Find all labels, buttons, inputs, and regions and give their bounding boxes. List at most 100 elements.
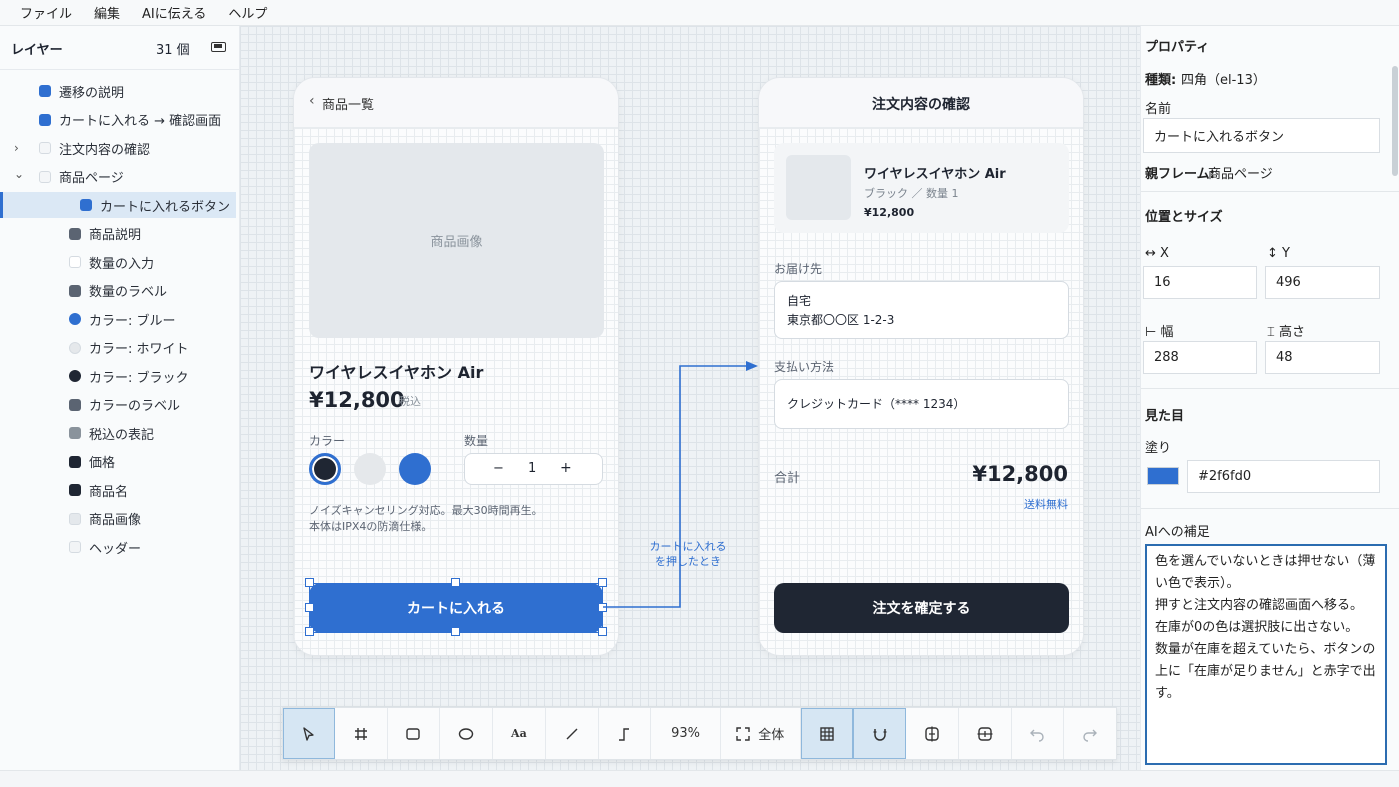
layers-header: レイヤー 31 個	[0, 26, 240, 70]
ai-note-label: AIへの補足	[1145, 525, 1210, 540]
layer-item[interactable]: 数量のラベル	[0, 278, 236, 304]
shipping-free: 送料無料	[1024, 498, 1068, 511]
layer-item[interactable]: カラー: ブルー	[0, 306, 236, 332]
width-icon: ⊢	[1145, 325, 1161, 340]
transition-label[interactable]: カートに入れる を押したとき	[638, 539, 738, 569]
layer-label: 遷移の説明	[59, 85, 125, 101]
keyboard-icon[interactable]	[211, 42, 226, 52]
fit-screen-icon	[736, 726, 750, 741]
text-tool[interactable]: Aa	[493, 708, 546, 759]
item-name: ワイヤレスイヤホン Air	[864, 167, 1006, 182]
layer-color-icon	[69, 370, 81, 382]
place-order-button[interactable]: 注文を確定する	[774, 583, 1069, 633]
layer-color-icon	[69, 256, 81, 268]
layer-item[interactable]: › 注文内容の確認	[0, 135, 236, 161]
layer-label: 価格	[89, 456, 116, 471]
redo-icon	[1083, 729, 1098, 742]
layer-item[interactable]: 価格	[0, 449, 236, 475]
layer-color-icon	[39, 142, 51, 154]
chevron-right-icon[interactable]: ›	[14, 141, 19, 155]
layer-item[interactable]: カラーのラベル	[0, 392, 236, 418]
fill-hex-input[interactable]: #2f6fd0	[1187, 460, 1380, 493]
menu-file[interactable]: ファイル	[20, 3, 72, 22]
layer-item[interactable]: カラー: ホワイト	[0, 335, 236, 361]
undo-button[interactable]	[1012, 708, 1065, 759]
bottom-toolbar: Aa 93% 全体	[282, 707, 1117, 760]
name-label: 名前	[1145, 102, 1172, 117]
appearance-title: 見た目	[1145, 409, 1185, 424]
layer-label: カートに入れる → 確認画面	[59, 114, 222, 129]
shipping-address[interactable]: 自宅 東京都〇〇区 1-2-3	[774, 281, 1069, 339]
width-input[interactable]: 288	[1143, 341, 1257, 374]
design-canvas[interactable]: ‹ 商品一覧 商品画像 ワイヤレスイヤホン Air ¥12,800 税込 カラー…	[240, 26, 1140, 770]
divider	[1141, 388, 1399, 389]
line-icon	[566, 728, 578, 739]
zoom-level[interactable]: 93%	[651, 708, 721, 759]
menu-edit[interactable]: 編集	[94, 3, 120, 22]
layer-item[interactable]: 商品名	[0, 477, 236, 503]
select-tool[interactable]	[283, 708, 335, 759]
confirm-header[interactable]: 注文内容の確認	[759, 78, 1083, 128]
fit-all-label: 全体	[758, 728, 785, 743]
add-frame-button[interactable]	[959, 708, 1012, 759]
panel-scrollbar[interactable]	[1392, 66, 1398, 176]
kind-label: 種類:	[1145, 73, 1177, 88]
parent-label: 親フレーム:	[1145, 167, 1215, 182]
transition-label-line-1: カートに入れる	[649, 540, 727, 553]
transition-label-line-2: を押したとき	[655, 555, 721, 568]
layer-item[interactable]: カートに入れるボタン	[0, 192, 236, 218]
properties-panel: プロパティ 種類: 四角（el-13） 名前 カートに入れるボタン 親フレーム:…	[1140, 26, 1399, 770]
layer-color-icon	[39, 113, 51, 126]
height-input[interactable]: 48	[1265, 341, 1380, 374]
layer-color-icon	[69, 455, 81, 468]
layer-item[interactable]: 遷移の説明	[0, 78, 236, 104]
fill-color-swatch[interactable]	[1147, 467, 1179, 485]
layer-item[interactable]: カラー: ブラック	[0, 363, 236, 389]
layer-item[interactable]: 商品画像	[0, 506, 236, 532]
rectangle-tool[interactable]	[388, 708, 441, 759]
ellipse-tool[interactable]	[440, 708, 493, 759]
layer-item[interactable]: 税込の表記	[0, 420, 236, 446]
name-input[interactable]: カートに入れるボタン	[1143, 118, 1380, 153]
line-tool[interactable]	[546, 708, 599, 759]
layer-label: 商品ページ	[59, 171, 124, 186]
y-input[interactable]: 496	[1265, 266, 1380, 299]
layer-color-icon	[69, 427, 81, 439]
redo-button[interactable]	[1064, 708, 1116, 759]
layer-label: カラー: ブラック	[89, 370, 189, 386]
layer-color-icon	[69, 313, 81, 325]
connector-tool[interactable]	[599, 708, 652, 759]
component-icon	[925, 726, 939, 741]
fit-all-button[interactable]: 全体	[721, 708, 801, 759]
item-price: ¥12,800	[864, 206, 915, 219]
layer-item[interactable]: ⌄ 商品ページ	[0, 164, 236, 190]
layer-item[interactable]: 数量の入力	[0, 249, 236, 275]
x-input[interactable]: 16	[1143, 266, 1257, 299]
layer-color-icon	[80, 199, 92, 211]
item-thumbnail	[786, 155, 851, 220]
ai-note-textarea[interactable]: 色を選んでいないときは押せない（薄い色で表示）。 押すと注文内容の確認画面へ移る…	[1145, 544, 1387, 765]
item-variant: ブラック ／ 数量 1	[864, 187, 959, 200]
payment-method[interactable]: クレジットカード（**** 1234）	[774, 379, 1069, 429]
divider	[1141, 508, 1399, 509]
chevron-down-icon[interactable]: ⌄	[14, 167, 24, 181]
frame-add-icon	[977, 726, 993, 741]
layer-item[interactable]: 商品説明	[0, 221, 236, 247]
menu-help[interactable]: ヘルプ	[228, 3, 267, 22]
snap-toggle[interactable]	[853, 708, 907, 759]
elbow-connector-icon	[619, 727, 630, 741]
add-component-button[interactable]	[906, 708, 959, 759]
menu-tell-ai[interactable]: AIに伝える	[142, 3, 206, 22]
frame-order-confirm[interactable]: 注文内容の確認 ワイヤレスイヤホン Air ブラック ／ 数量 1 ¥12,80…	[758, 77, 1084, 656]
order-item-card[interactable]: ワイヤレスイヤホン Air ブラック ／ 数量 1 ¥12,800	[774, 143, 1069, 233]
layer-item[interactable]: ヘッダー	[0, 534, 236, 560]
grid-toggle[interactable]	[800, 708, 854, 759]
layer-color-icon	[69, 341, 81, 354]
x-label-text: X	[1160, 246, 1169, 261]
layer-color-icon	[39, 85, 51, 97]
frame-tool[interactable]	[335, 708, 388, 759]
layers-title: レイヤー	[11, 43, 63, 58]
layer-item[interactable]: カートに入れる → 確認画面	[0, 107, 236, 133]
layer-color-icon	[39, 170, 51, 183]
rectangle-icon	[406, 727, 421, 740]
